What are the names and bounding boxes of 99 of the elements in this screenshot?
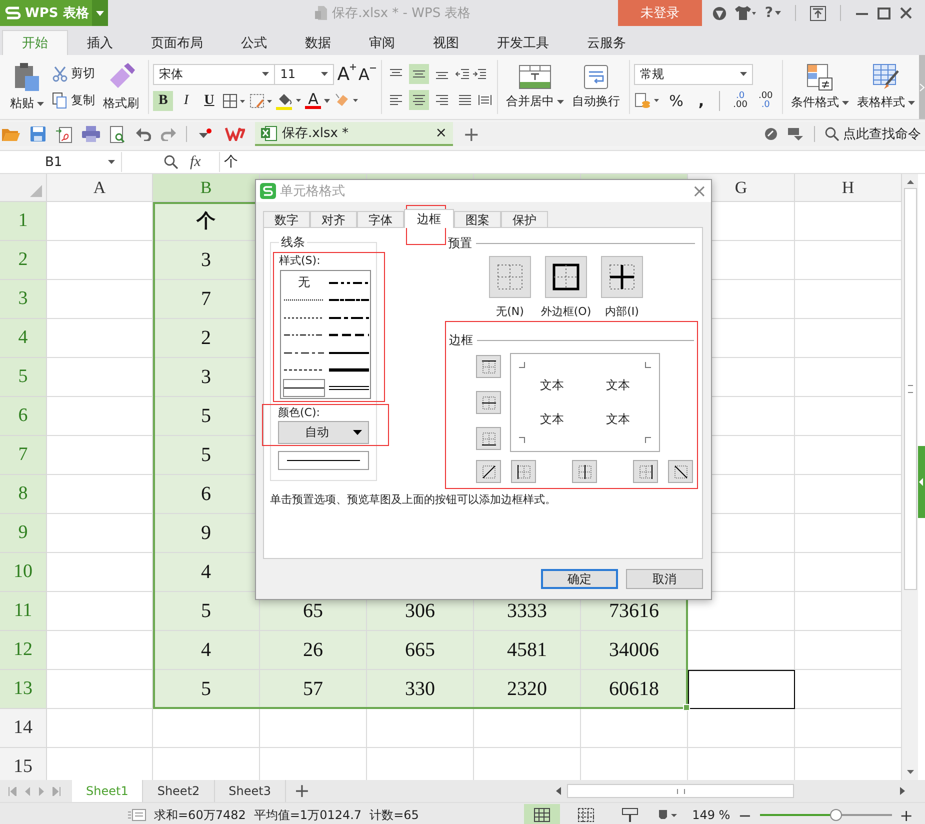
zoom-percent: 149 % [692,808,730,822]
preview-text: 文本 [540,376,564,394]
text-style-button[interactable]: I [176,90,196,110]
conditional-format-button[interactable]: 条件格式 [787,58,853,116]
dialog-tab[interactable]: 保护 [501,211,548,227]
merge-center-button[interactable]: 合并居中 [502,58,568,116]
row-header[interactable]: 8 [0,475,47,514]
row-header[interactable]: 7 [0,436,47,475]
menu-tab[interactable]: 开始 [2,30,68,55]
color-label: 颜色(C): [278,406,321,420]
menu-tab[interactable]: 视图 [414,30,478,55]
grow-font-button[interactable]: A [337,64,356,84]
line-style-option[interactable]: 无 [283,274,325,292]
color-dropdown[interactable]: 自动 [278,421,369,444]
table-style-button[interactable]: 表格样式 [853,58,919,116]
row-header[interactable]: 14 [0,709,47,748]
font-dropdown[interactable]: 宋体 [153,64,276,84]
preview-text: 文本 [606,411,630,428]
row-header[interactable]: 12 [0,631,47,670]
ok-button[interactable]: 确定 [541,569,618,589]
table-cell: 330 [367,670,474,709]
copy-button[interactable]: 复制 [52,92,95,109]
formula-input[interactable]: 个 [218,152,925,172]
row-header[interactable]: 4 [0,319,47,358]
thousands-separator-button[interactable]: , [692,92,710,110]
style-label: 样式(S): [279,254,322,268]
format-painter-button[interactable]: 格式刷 [99,58,143,116]
table-cell: 5 [153,670,260,709]
dialog-title: 单元格格式 [280,183,345,200]
name-box[interactable]: B1 [0,152,122,172]
menu-tab[interactable]: 公式 [222,30,286,55]
column-header[interactable]: B [153,174,260,202]
preset-label: 内部(I) [605,304,639,319]
average-text: 平均值=1万0124.7 [254,806,362,824]
number-format-dropdown[interactable]: 常规 [634,64,754,84]
font-size-dropdown[interactable]: 11 [274,64,334,84]
row-header[interactable]: 9 [0,514,47,553]
menu-tab[interactable]: 页面布局 [132,30,222,55]
section-title: 预置 [448,235,472,252]
table-cell: 5 [153,592,260,631]
preview-text: 文本 [606,376,630,394]
dialog-close-button[interactable]: × [692,180,707,202]
shrink-font-button[interactable]: A [358,64,376,84]
column-header[interactable]: A [47,174,153,202]
text-style-button[interactable]: U [199,90,220,110]
row-header[interactable]: 6 [0,397,47,436]
table-cell: 34006 [581,631,688,670]
close-tab-button[interactable]: × [435,125,447,141]
zoom-in-button[interactable]: + [900,806,913,824]
wrap-text-button[interactable]: 自动换行 [568,58,624,116]
add-sheet-button[interactable]: + [286,780,318,802]
text-style-button[interactable]: B [153,90,174,110]
paste-button[interactable]: 粘贴 [6,58,48,116]
font-color-button[interactable]: A [305,92,330,109]
insert-function-button[interactable]: fx [190,154,201,170]
zoom-out-button[interactable]: − [738,806,752,824]
table-cell: 60618 [581,670,688,709]
table-cell: 57 [260,670,367,709]
dialog-tab[interactable]: 数字 [263,211,310,227]
table-cell: 2320 [474,670,581,709]
dialog-tab[interactable]: 图案 [454,211,501,227]
row-header[interactable]: 5 [0,358,47,397]
section-title: 边框 [449,332,473,349]
row-header[interactable]: 10 [0,553,47,592]
row-header[interactable]: 13 [0,670,47,709]
column-header[interactable]: H [795,174,902,202]
decrease-decimal-button[interactable]: .00 .0 [754,92,777,110]
count-text: 计数=65 [370,806,419,824]
dialog-tab[interactable]: 边框 [404,209,454,228]
preset-label: 外边框(O) [540,304,592,319]
hint-text: 单击预置选项、预览草图及上面的按钮可以添加边框样式。 [270,492,557,507]
document-tab[interactable]: 保存.xlsx * × [255,122,453,146]
row-header[interactable]: 2 [0,241,47,280]
preset-label: 无(N) [496,304,524,319]
new-tab-button[interactable]: + [463,122,480,146]
window-title: 保存.xlsx * - WPS 表格 [332,5,471,22]
preview-text: 文本 [540,411,564,428]
menu-tab[interactable]: 数据 [286,30,350,55]
row-header[interactable]: 11 [0,592,47,631]
dialog-tab[interactable]: 字体 [357,211,404,227]
cut-button[interactable]: 剪切 [52,65,95,82]
menu-tab[interactable]: 插入 [68,30,132,55]
table-cell: 26 [260,631,367,670]
command-search-button[interactable]: 点此查找命令 [825,125,921,143]
row-header[interactable]: 15 [0,748,47,780]
table-cell: 4 [153,631,260,670]
sum-text: 求和=60万7482 [154,806,246,824]
cancel-button[interactable]: 取消 [626,569,703,589]
menu-tab[interactable]: 开发工具 [478,30,568,55]
row-header[interactable]: 1 [0,202,47,241]
dialog-tab[interactable]: 对齐 [310,211,357,227]
row-header[interactable]: 3 [0,280,47,319]
menu-tab[interactable]: 云服务 [568,30,645,55]
help-button[interactable]: ? [764,5,781,21]
increase-decimal-button[interactable]: .0 .00 [729,92,752,110]
menu-tab[interactable]: 审阅 [350,30,414,55]
percent-button[interactable]: % [663,92,690,110]
table-cell: 4581 [474,631,581,670]
table-cell: 665 [367,631,474,670]
